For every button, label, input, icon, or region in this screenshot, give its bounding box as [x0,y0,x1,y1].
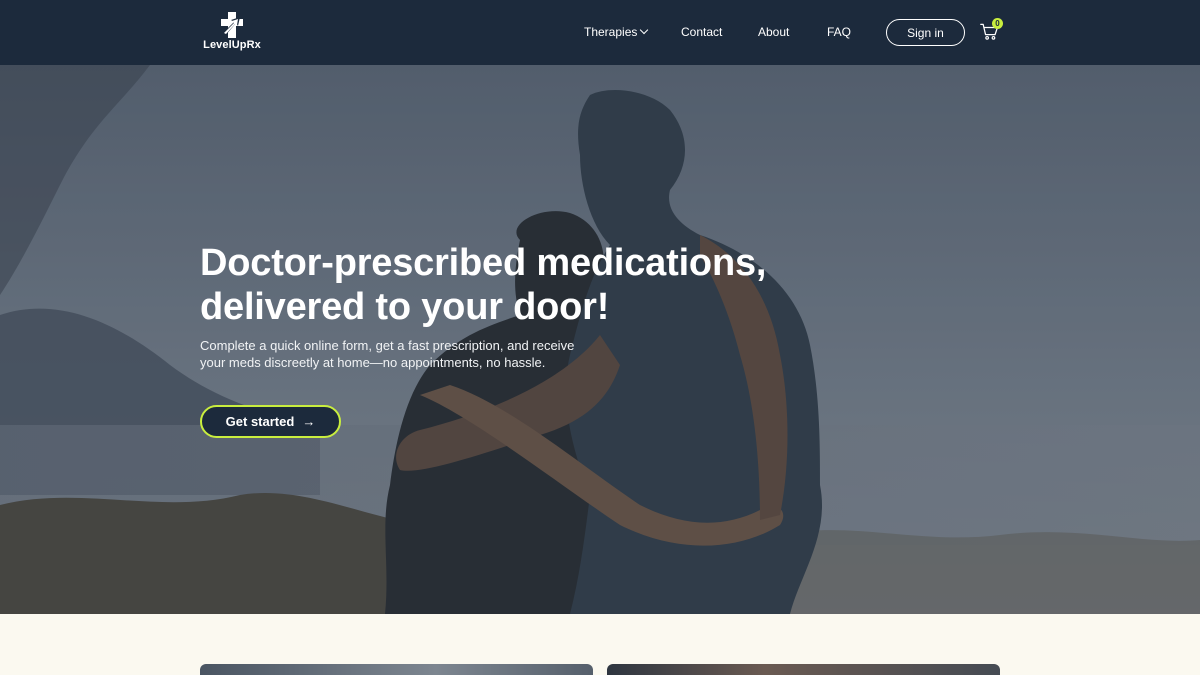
hero-title-line1: Doctor-prescribed medications, [200,242,767,284]
chevron-down-icon [640,25,649,35]
nav-contact[interactable]: Contact [681,25,722,39]
nav-faq[interactable]: FAQ [827,25,851,39]
site-header: LevelUpRx Therapies Contact About FAQ Si… [0,0,1200,65]
cross-arrow-logo-icon [221,12,243,38]
hero-subtitle-line1: Complete a quick online form, get a fast… [200,338,575,353]
arrow-right-icon: → [302,414,316,429]
cart-button[interactable]: 0 [980,18,1003,42]
hero-subtitle-line2: your meds discreetly at home—no appointm… [200,355,546,370]
nav-about[interactable]: About [758,25,789,39]
get-started-label: Get started [225,414,295,429]
logo-text: LevelUpRx [203,39,261,51]
nav-therapies[interactable]: Therapies [584,25,649,39]
sign-in-button[interactable]: Sign in [886,19,965,46]
get-started-button[interactable]: Get started → [200,405,341,438]
hero-subtitle: Complete a quick online form, get a fast… [200,337,590,371]
hero-title: Doctor-prescribed medications, delivered… [200,241,840,329]
nav-therapies-label: Therapies [584,25,638,39]
hero-title-line2: delivered to your door! [200,286,610,328]
logo[interactable]: LevelUpRx [203,12,261,54]
hero-overlay [0,65,1200,614]
cart-count-badge: 0 [992,18,1003,29]
feature-card-right[interactable] [607,664,1000,675]
feature-card-left[interactable] [200,664,593,675]
content-section [0,614,1200,675]
hero-section: Doctor-prescribed medications, delivered… [0,65,1200,614]
